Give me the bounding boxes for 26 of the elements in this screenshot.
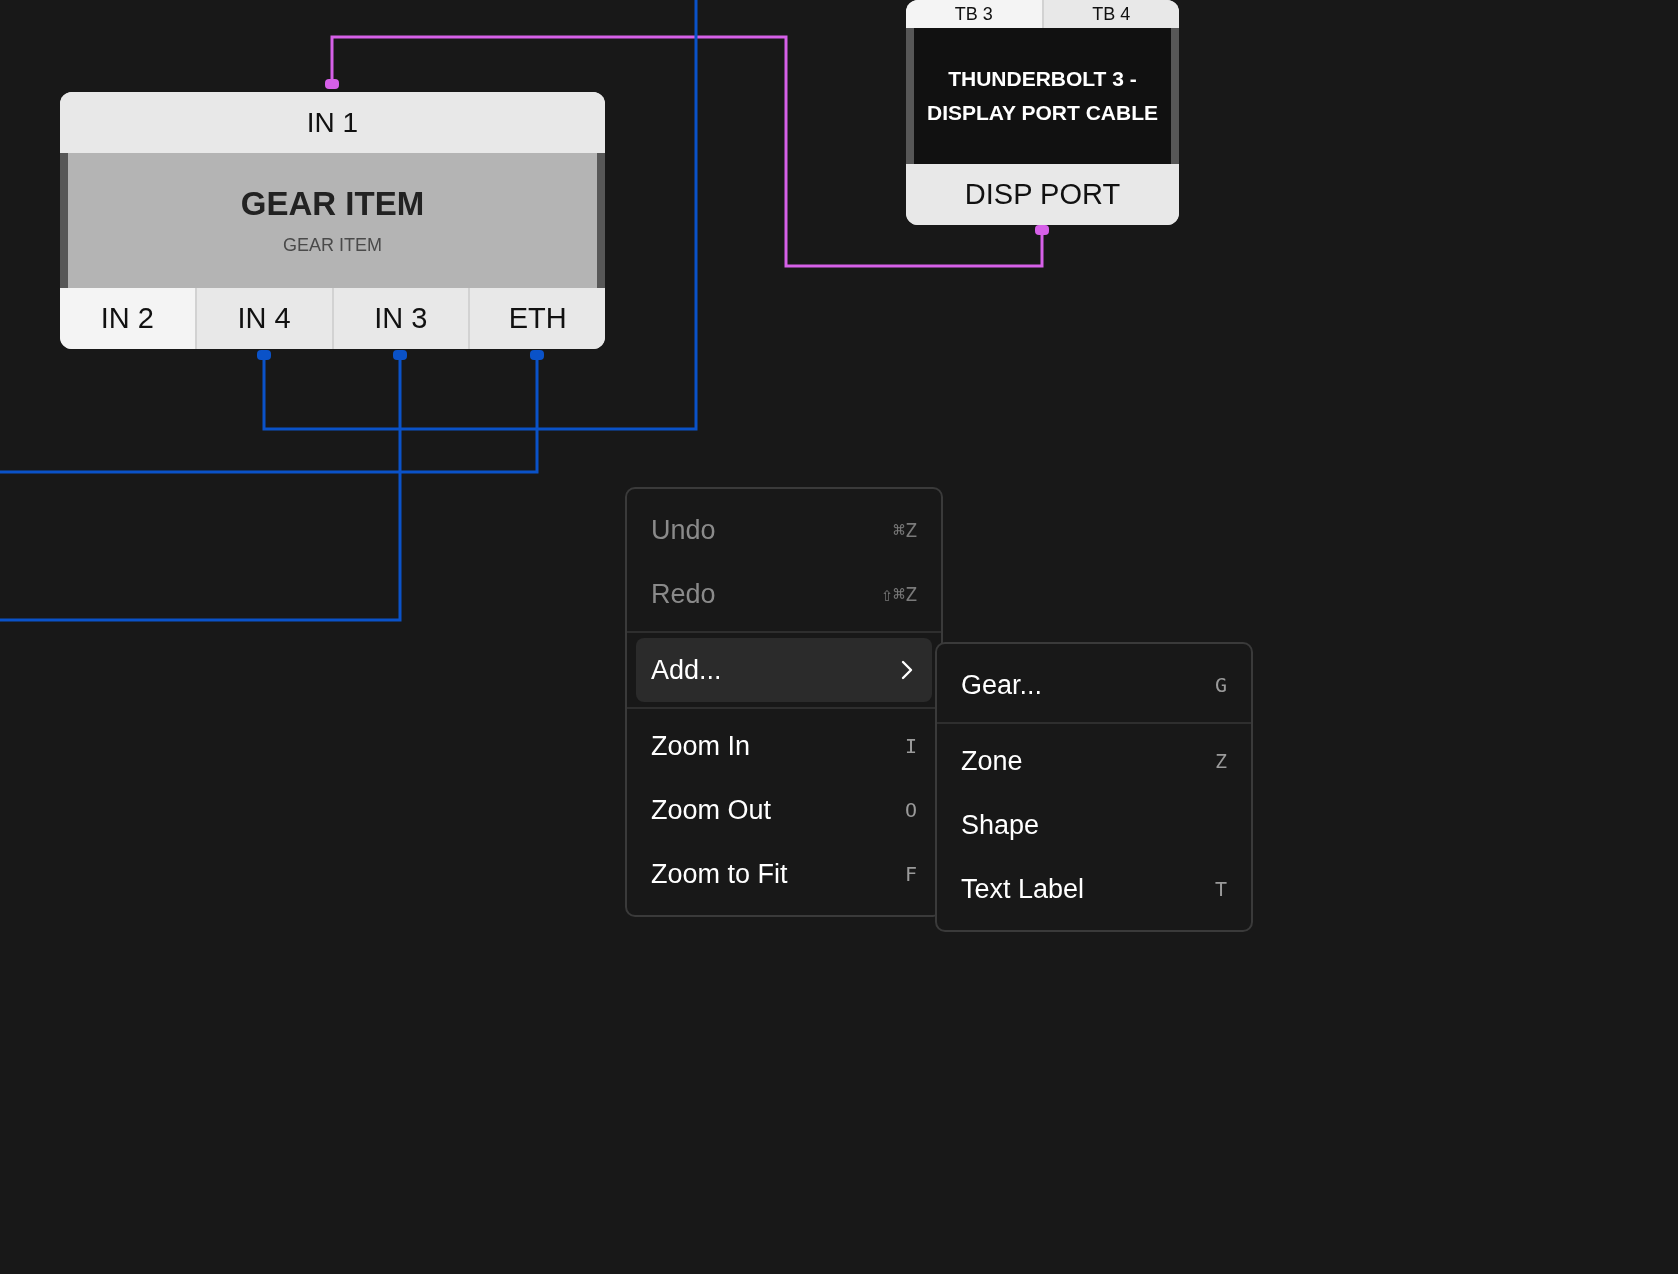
menu-item[interactable]: Zoom Out O bbox=[636, 778, 932, 842]
menu-item[interactable]: Zone Z bbox=[946, 729, 1242, 793]
port-label[interactable]: TB 3 bbox=[906, 0, 1042, 28]
shortcut-label: T bbox=[1214, 877, 1227, 901]
shortcut-label: ⌘Z bbox=[892, 518, 917, 542]
shortcut-label: ⇧⌘Z bbox=[880, 582, 917, 606]
shortcut-label: Z bbox=[1214, 749, 1227, 773]
menu-item[interactable]: Text Label T bbox=[946, 857, 1242, 921]
port-label[interactable]: TB 4 bbox=[1041, 0, 1179, 28]
port-label[interactable]: ETH bbox=[468, 288, 605, 349]
shortcut-label: I bbox=[904, 734, 917, 758]
node-subtitle: GEAR ITEM bbox=[283, 235, 382, 256]
shortcut-label: O bbox=[904, 798, 917, 822]
menu-item[interactable]: Shape bbox=[946, 793, 1242, 857]
menu-item[interactable]: Zoom In I bbox=[636, 714, 932, 778]
menu-item[interactable]: Gear... G bbox=[946, 653, 1242, 717]
chevron-right-icon bbox=[901, 660, 913, 680]
node-title: THUNDERBOLT 3 - DISPLAY PORT CABLE bbox=[925, 66, 1159, 126]
node-title: GEAR ITEM bbox=[240, 185, 425, 223]
menu-item[interactable]: Zoom to Fit F bbox=[636, 842, 932, 906]
node-card[interactable]: TB 3 TB 4 THUNDERBOLT 3 - DISPLAY PORT CABLE DISP PORT bbox=[906, 0, 1179, 225]
menu-item[interactable]: Add... bbox=[636, 638, 932, 702]
shortcut-label: G bbox=[1214, 673, 1227, 697]
shortcut-label: F bbox=[904, 862, 917, 886]
node-card[interactable]: IN 1 GEAR ITEM GEAR ITEM IN 2 IN 4 IN 3 ETH bbox=[60, 92, 605, 349]
port-label[interactable]: IN 2 bbox=[60, 288, 195, 349]
